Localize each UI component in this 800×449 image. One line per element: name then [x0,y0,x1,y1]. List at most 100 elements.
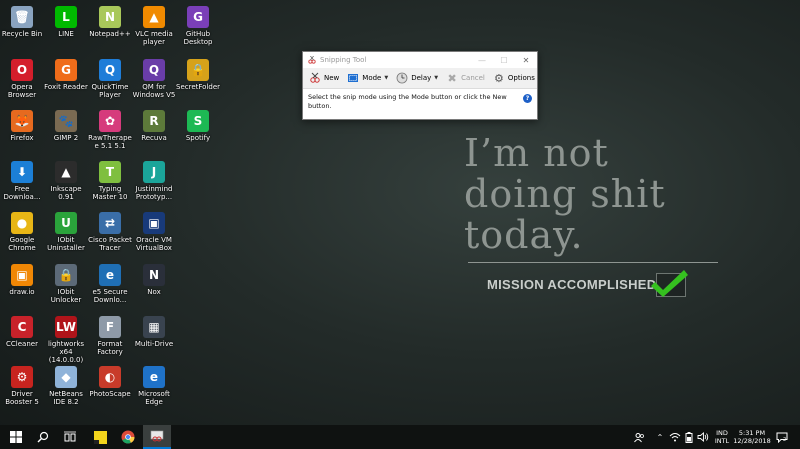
firefox-icon: 🦊 [11,110,33,132]
desktop-icon[interactable]: ◆ NetBeans IDE 8.2 [44,362,88,406]
desktop-icon-label: draw.io [9,288,35,296]
edge-icon: e [143,366,165,388]
desktop-icon[interactable]: e e5 Secure Downlo... [88,260,132,304]
desktop-icon[interactable]: T Typing Master 10 [88,157,132,201]
desktop-icon[interactable]: Q QuickTime Player [88,55,132,99]
desktop-icon-label: GitHub Desktop [183,30,213,46]
taskbar-chrome[interactable] [116,425,140,449]
volume-icon [697,432,709,442]
mode-button[interactable]: Mode ▼ [345,70,390,86]
show-hidden-icons-button[interactable]: ⌃ [654,425,666,449]
minimize-button[interactable]: — [471,56,493,65]
desktop-icon[interactable]: ● Google Chrome [0,208,44,252]
desktop-icon[interactable]: R Recuva [132,106,176,142]
desktop-icon-label: Format Factory [97,340,123,356]
driver-booster-icon: ⚙ [11,366,33,388]
desktop-icon[interactable]: G GitHub Desktop [176,2,220,46]
search-icon [37,431,49,443]
snipping-tool-titlebar[interactable]: Snipping Tool — ☐ ✕ [303,52,537,68]
new-snip-button[interactable]: New [307,70,341,86]
delay-button[interactable]: Delay ▼ [394,70,440,86]
desktop-icon[interactable]: S Spotify [176,106,220,142]
vlc-icon: ▲ [143,6,165,28]
desktop-icon[interactable]: ⚙ Driver Booster 5 [0,362,44,406]
maximize-button[interactable]: ☐ [493,56,515,65]
desktop-icon[interactable]: ▦ Multi-Drive [132,312,176,348]
desktop-icon[interactable]: ▲ Inkscape 0.91 [44,157,88,201]
desktop-icon[interactable]: LW lightworks x64 (14.0.0.0) [44,312,88,364]
desktop-icon-label: e5 Secure Downlo... [92,288,128,304]
start-button[interactable] [2,425,30,449]
nox-icon: N [143,264,165,286]
notepadpp-icon: N [99,6,121,28]
action-center-button[interactable]: 2 [773,425,791,449]
notification-icon [776,432,788,443]
cancel-button[interactable]: ✖ Cancel [444,70,487,86]
battery-button[interactable] [683,425,695,449]
snipping-tool-window[interactable]: Snipping Tool — ☐ ✕ New Mode ▼ Delay ▼ ✖ [302,51,538,120]
desktop-icon-label: QuickTime Player [91,83,129,99]
taskbar-snipping-tool[interactable] [143,425,171,449]
taskbar-sticky-notes[interactable] [88,425,112,449]
opera-icon: O [11,59,33,81]
help-icon[interactable]: ? [523,94,532,103]
desktop-icon[interactable]: ▣ Oracle VM VirtualBox [132,208,176,252]
desktop-icon-label: Justinmind Prototyp... [135,185,173,201]
recycle-bin-icon: 🗑 [11,6,33,28]
iobit-uninstaller-icon: U [55,212,77,234]
desktop-icon-label: RawTherapee 5.1 5.1 [88,134,132,150]
desktop-icon[interactable]: ▣ draw.io [0,260,44,296]
desktop-icon[interactable]: 🐾 GIMP 2 [44,106,88,142]
desktop-icon-label: Recycle Bin [1,30,43,38]
volume-button[interactable] [696,425,710,449]
desktop-icon-label: Typing Master 10 [92,185,128,201]
task-view-button[interactable] [57,425,83,449]
desktop-icon[interactable]: ⇄ Cisco Packet Tracer [88,208,132,252]
wallpaper-line-2: doing shit [464,172,666,216]
wallpaper-line-1: I’m not [464,131,609,175]
desktop-icon-label: QM for Windows V5 [132,83,176,99]
desktop-icon[interactable]: G Foxit Reader [44,55,88,91]
desktop-icon[interactable]: 🔒 IObit Unlocker [44,260,88,304]
desktop-icon[interactable]: O Opera Browser [0,55,44,99]
inkscape-icon: ▲ [55,161,77,183]
desktop-icon[interactable]: N Nox [132,260,176,296]
snipping-tool-toolbar: New Mode ▼ Delay ▼ ✖ Cancel ⚙ Options [303,68,537,89]
ccleaner-icon: C [11,316,33,338]
chevron-down-icon[interactable]: ▼ [384,75,388,81]
lightworks-icon: LW [55,316,77,338]
multi-drive-icon: ▦ [143,316,165,338]
chevron-down-icon[interactable]: ▼ [434,75,438,81]
close-button[interactable]: ✕ [515,56,537,65]
desktop-icon[interactable]: ▲ VLC media player [132,2,176,46]
photoscape-icon: ◐ [99,366,121,388]
desktop-icon[interactable]: J Justinmind Prototyp... [132,157,176,201]
desktop-icon-label: Cisco Packet Tracer [88,236,132,252]
desktop-icon[interactable]: N Notepad++ [88,2,132,38]
desktop-icon[interactable]: C CCleaner [0,312,44,348]
desktop-icon[interactable]: 🔒 SecretFolder [176,55,220,91]
input-language-button[interactable]: IND INTL [711,425,733,449]
people-button[interactable] [632,425,646,449]
window-title: Snipping Tool [320,56,367,64]
snipping-tool-message: Select the snip mode using the Mode butt… [303,89,537,110]
desktop-icon[interactable]: ⬇ Free Downloa... [0,157,44,201]
options-button[interactable]: ⚙ Options [491,70,537,86]
secure-download-icon: e [99,264,121,286]
search-button[interactable] [30,425,56,449]
chevron-up-icon: ⌃ [656,432,664,442]
desktop-icon[interactable]: F Format Factory [88,312,132,356]
desktop-icon[interactable]: L LINE [44,2,88,38]
desktop-icon[interactable]: ◐ PhotoScape [88,362,132,398]
desktop-icon[interactable]: e Microsoft Edge [132,362,176,406]
clock-button[interactable]: 5:31 PM 12/28/2018 [733,425,771,449]
desktop-icon-label: IObit Unlocker [50,288,82,304]
desktop-icon[interactable]: Q QM for Windows V5 [132,55,176,99]
wifi-button[interactable] [668,425,682,449]
desktop-icon[interactable]: U IObit Uninstaller [44,208,88,252]
desktop-icon[interactable]: ✿ RawTherapee 5.1 5.1 [88,106,132,150]
desktop-icon[interactable]: 🦊 Firefox [0,106,44,142]
desktop-icon-label: Driver Booster 5 [5,390,39,406]
cancel-icon: ✖ [447,71,457,85]
desktop-icon[interactable]: 🗑 Recycle Bin [0,2,44,38]
